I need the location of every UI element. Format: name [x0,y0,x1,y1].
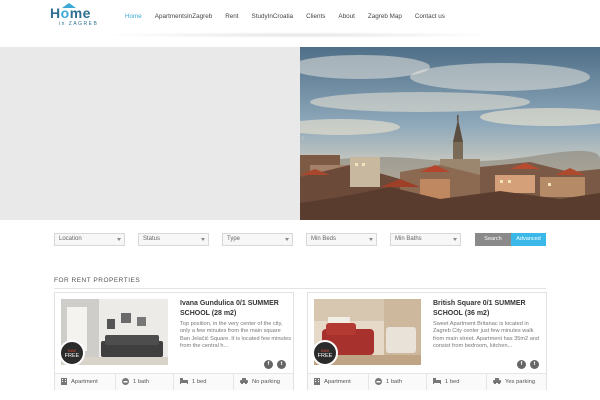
chevron-down-icon [285,238,289,241]
nav-item-home[interactable]: Home [125,13,142,20]
feature-type-label: Apartment [71,379,98,385]
property-card[interactable]: €400 FREE British Square 0/1 SUMMER SCHO… [307,292,547,390]
status-select-label: Status [143,236,161,242]
section-divider [54,288,546,289]
hero-left-panel [0,47,300,220]
building-icon [314,377,320,385]
price-label: FREE [64,353,80,359]
car-icon [240,378,248,385]
feature-baths: 1 bath [115,374,173,390]
advanced-search-button[interactable]: Advanced [511,233,546,246]
min-beds-select-label: Min Beds [311,236,337,242]
feature-parking-label: No parking [252,379,281,385]
feature-type: Apartment [55,374,115,390]
bath-icon [122,377,129,385]
main-nav: Home ApartmentsInZagreb Rent StudyInCroa… [125,13,458,20]
property-description: Top position, in the very center of the … [180,321,291,349]
property-search-bar: Location Status Type Min Beds Min Baths … [54,233,546,246]
logo-wordmark: Home [50,5,91,21]
chevron-down-icon [201,238,205,241]
feature-beds: 1 bed [426,374,486,390]
nav-item-study[interactable]: StudyInCroatia [252,13,294,20]
nav-item-map[interactable]: Zagreb Map [368,13,402,20]
type-select[interactable]: Type [222,233,293,246]
twitter-share-icon[interactable]: t [277,360,286,369]
slider-prev-icon[interactable]: ‹ [301,133,304,142]
hero-city-image [300,47,600,220]
feature-parking-label: Yes parking [505,379,536,385]
min-baths-select-label: Min Baths [395,236,422,242]
feature-baths-label: 1 bath [386,379,403,385]
city-skyline-image [300,47,600,220]
price-badge: €400 FREE [59,340,85,366]
feature-parking: No parking [233,374,293,390]
site-logo[interactable]: Home in ZAGREB [50,3,106,31]
property-features: Apartment 1 bath 1 bed No parking [55,373,293,390]
feature-beds-label: 1 bed [192,379,207,385]
feature-type: Apartment [308,374,368,390]
property-title[interactable]: British Square 0/1 SUMMER SCHOOL (36 m2) [433,299,543,319]
site-header: Home in ZAGREB Home ApartmentsInZagreb R… [0,0,600,38]
feature-type-label: Apartment [324,379,351,385]
bed-icon [180,378,188,385]
price-label: FREE [317,353,333,359]
bed-icon [433,378,441,385]
logo-subtitle: in ZAGREB [59,21,99,27]
chevron-down-icon [117,238,121,241]
header-shadow [95,32,505,38]
nav-item-about[interactable]: About [338,13,354,20]
chevron-down-icon [369,238,373,241]
nav-item-contact[interactable]: Contact us [415,13,445,20]
search-button[interactable]: Search [475,233,511,246]
min-baths-select[interactable]: Min Baths [390,233,461,246]
car-icon [493,378,501,385]
type-select-label: Type [227,236,241,242]
property-description: Sweet Apartment Britanac is located in Z… [433,321,540,349]
bath-icon [375,377,382,385]
min-beds-select[interactable]: Min Beds [306,233,377,246]
twitter-share-icon[interactable]: t [530,360,539,369]
location-select[interactable]: Location [54,233,125,246]
nav-item-rent[interactable]: Rent [225,13,238,20]
feature-beds-label: 1 bed [445,379,460,385]
chevron-down-icon [453,238,457,241]
facebook-share-icon[interactable]: f [517,360,526,369]
facebook-share-icon[interactable]: f [264,360,273,369]
feature-beds: 1 bed [173,374,233,390]
price-badge: €400 FREE [312,340,338,366]
location-select-label: Location [59,236,82,242]
status-select[interactable]: Status [138,233,209,246]
nav-item-clients[interactable]: Clients [306,13,325,20]
property-card[interactable]: €400 FREE Ivana Gundulica 0/1 SUMMER SCH… [54,292,294,390]
building-icon [61,377,67,385]
feature-baths: 1 bath [368,374,426,390]
property-features: Apartment 1 bath 1 bed Yes parking [308,373,546,390]
section-title: FOR RENT PROPERTIES [54,277,141,284]
nav-item-apartments[interactable]: ApartmentsInZagreb [155,13,212,20]
feature-parking: Yes parking [486,374,546,390]
feature-baths-label: 1 bath [133,379,150,385]
property-title[interactable]: Ivana Gundulica 0/1 SUMMER SCHOOL (28 m2… [180,299,290,319]
